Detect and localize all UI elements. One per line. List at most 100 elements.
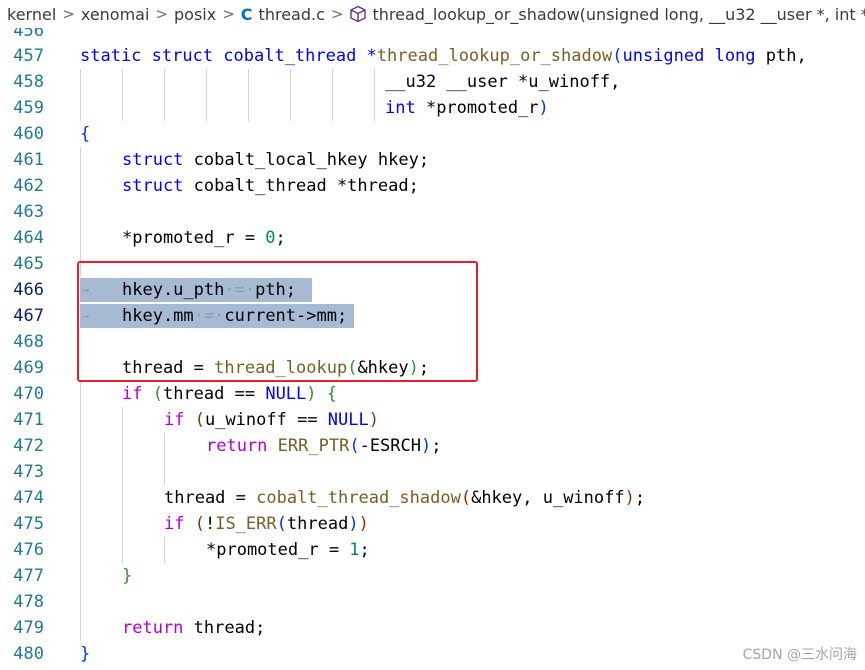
breadcrumb-item-file[interactable]: thread.c <box>259 5 325 24</box>
code-text: { <box>80 124 91 144</box>
chevron-right-icon: > <box>155 5 169 23</box>
chevron-right-icon: > <box>62 5 75 23</box>
line-number: 472 <box>13 436 44 456</box>
indent-guide <box>164 69 165 95</box>
code-line: 473 <box>0 459 865 485</box>
code-text: int *promoted_r) <box>385 98 549 118</box>
indent-guide <box>80 95 81 121</box>
line-number: 462 <box>13 176 44 196</box>
indent-guide <box>332 69 333 95</box>
indent-guide <box>332 95 333 121</box>
indent-guide <box>80 485 81 511</box>
watermark: CSDN @三水问海 <box>742 647 857 663</box>
line-number: 474 <box>13 488 44 508</box>
indent-guide <box>248 69 249 95</box>
indent-guide <box>290 95 291 121</box>
code-line: 478 <box>0 589 865 615</box>
line-number: 465 <box>13 254 44 274</box>
code-text: } <box>122 566 133 586</box>
indent-guide <box>80 459 81 485</box>
indent-guide <box>80 511 81 537</box>
indent-guide <box>122 407 123 433</box>
breadcrumb-item-symbol[interactable]: thread_lookup_or_shadow(unsigned long, _… <box>372 5 865 24</box>
indent-guide <box>164 433 165 459</box>
red-annotation-box <box>77 261 478 382</box>
indent-guide <box>122 511 123 537</box>
code-line: 457 static struct cobalt_thread *thread_… <box>0 43 865 69</box>
indent-guide <box>374 69 375 95</box>
indent-guide <box>164 537 165 563</box>
line-number: 478 <box>13 592 44 612</box>
code-text: *promoted_r = 1; <box>206 540 370 560</box>
indent-guide <box>80 563 81 589</box>
code-line: 472 return ERR_PTR(-ESRCH); <box>0 433 865 459</box>
code-text: struct cobalt_local_hkey hkey; <box>122 150 430 170</box>
line-number: 467 <box>13 306 44 326</box>
line-number: 457 <box>13 46 44 66</box>
indent-guide <box>374 95 375 121</box>
line-number: 480 <box>13 644 44 664</box>
indent-guide <box>122 459 123 485</box>
breadcrumb-item-posix[interactable]: posix <box>174 5 216 24</box>
code-line: 476 *promoted_r = 1; <box>0 537 865 563</box>
code-line: 480 } <box>0 641 865 667</box>
indent-guide <box>248 95 249 121</box>
chevron-right-icon: > <box>330 5 344 23</box>
code-text: static struct cobalt_thread *thread_look… <box>80 46 807 66</box>
indent-guide <box>290 69 291 95</box>
c-file-icon: C <box>240 4 253 24</box>
breadcrumb: kernel > xenomai > posix > C thread.c > … <box>0 0 865 28</box>
indent-guide <box>80 225 81 251</box>
indent-guide <box>80 147 81 173</box>
code-line: 459 int *promoted_r) <box>0 95 865 121</box>
code-text: if (!IS_ERR(thread)) <box>164 514 369 534</box>
indent-guide <box>122 95 123 121</box>
indent-guide <box>206 95 207 121</box>
indent-guide <box>122 433 123 459</box>
line-number: 468 <box>13 332 44 352</box>
indent-guide <box>80 381 81 407</box>
indent-guide <box>206 69 207 95</box>
indent-guide <box>80 433 81 459</box>
code-line: 470 if (thread == NULL) { <box>0 381 865 407</box>
code-editor[interactable]: 456 457 static struct cobalt_thread *thr… <box>0 0 865 670</box>
indent-guide <box>164 95 165 121</box>
line-number: 461 <box>13 150 44 170</box>
code-text: *promoted_r = 0; <box>122 228 286 248</box>
chevron-right-icon: > <box>222 5 235 23</box>
indent-guide <box>164 459 165 485</box>
indent-guide <box>122 485 123 511</box>
code-text: } <box>80 644 91 664</box>
code-line: 464 *promoted_r = 0; <box>0 225 865 251</box>
line-number: 479 <box>13 618 44 638</box>
line-number: 460 <box>13 124 44 144</box>
code-text: return ERR_PTR(-ESRCH); <box>206 436 442 456</box>
code-line: 477 } <box>0 563 865 589</box>
code-text: __u32 __user *u_winoff, <box>385 72 621 92</box>
indent-guide <box>80 173 81 199</box>
indent-guide <box>122 537 123 563</box>
cube-icon <box>349 5 367 23</box>
code-line: 479 return thread; <box>0 615 865 641</box>
indent-guide <box>80 537 81 563</box>
code-text: if (thread == NULL) { <box>122 384 338 404</box>
code-line: 460 { <box>0 121 865 147</box>
code-line: 471 if (u_winoff == NULL) <box>0 407 865 433</box>
code-line: 463 <box>0 199 865 225</box>
indent-guide <box>80 199 81 225</box>
code-line: 461 struct cobalt_local_hkey hkey; <box>0 147 865 173</box>
breadcrumb-item-xenomai[interactable]: xenomai <box>81 5 150 24</box>
line-number: 473 <box>13 462 44 482</box>
line-number: 471 <box>13 410 44 430</box>
indent-guide <box>80 407 81 433</box>
code-text: if (u_winoff == NULL) <box>164 410 379 430</box>
line-number: 463 <box>13 202 44 222</box>
code-line: 475 if (!IS_ERR(thread)) <box>0 511 865 537</box>
code-line: 462 struct cobalt_thread *thread; <box>0 173 865 199</box>
line-number: 470 <box>13 384 44 404</box>
indent-guide <box>80 69 81 95</box>
breadcrumb-item-kernel[interactable]: kernel <box>7 5 56 24</box>
indent-guide <box>80 615 81 641</box>
indent-guide <box>122 69 123 95</box>
line-number: 458 <box>13 72 44 92</box>
